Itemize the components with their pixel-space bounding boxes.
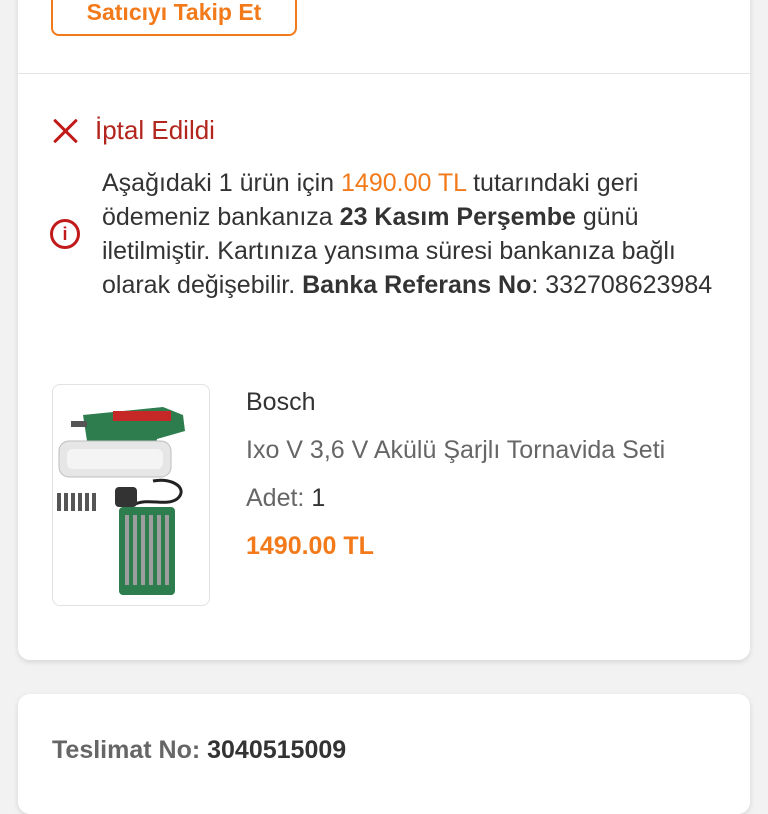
product-price: 1490.00 TL xyxy=(246,532,374,560)
refund-date: 23 Kasım Perşembe xyxy=(339,203,576,231)
product-brand: Bosch xyxy=(246,388,316,416)
product-details: Bosch Ixo V 3,6 V Akülü Şarjlı Tornavida… xyxy=(246,384,726,561)
order-status: İptal Edildi xyxy=(51,110,215,150)
info-icon: i xyxy=(50,219,80,249)
refund-info: i Aşağıdaki 1 ürün için 1490.00 TL tutar… xyxy=(50,166,730,302)
product-quantity: Adet: 1 xyxy=(246,484,726,524)
delivery-label: Teslimat No: xyxy=(52,736,208,764)
seller-section: Satıcıyı Takip Et xyxy=(18,0,750,74)
status-label: İptal Edildi xyxy=(95,114,215,145)
delivery-card: Teslimat No: 3040515009 xyxy=(18,694,750,814)
delivery-value: 3040515009 xyxy=(207,736,347,764)
refund-info-text: Aşağıdaki 1 ürün için 1490.00 TL tutarın… xyxy=(102,166,730,302)
close-icon xyxy=(51,115,81,145)
bank-ref-value: 332708623984 xyxy=(545,271,713,299)
follow-seller-button[interactable]: Satıcıyı Takip Et xyxy=(51,0,297,36)
refund-amount: 1490.00 TL xyxy=(341,169,467,197)
delivery-number: Teslimat No: 3040515009 xyxy=(52,736,346,765)
product-item[interactable]: Bosch Ixo V 3,6 V Akülü Şarjlı Tornavida… xyxy=(52,384,732,606)
bank-ref-label: Banka Referans No xyxy=(302,271,532,299)
refund-text-1: Aşağıdaki 1 ürün için xyxy=(102,169,342,197)
bank-ref-sep: : xyxy=(531,271,546,299)
product-image[interactable] xyxy=(52,384,210,606)
product-name[interactable]: Ixo V 3,6 V Akülü Şarjlı Tornavida Seti xyxy=(246,436,726,476)
quantity-value: 1 xyxy=(311,484,326,512)
order-card: Satıcıyı Takip Et İptal Edildi i Aşağıda… xyxy=(18,0,750,660)
quantity-label: Adet: xyxy=(246,484,312,512)
